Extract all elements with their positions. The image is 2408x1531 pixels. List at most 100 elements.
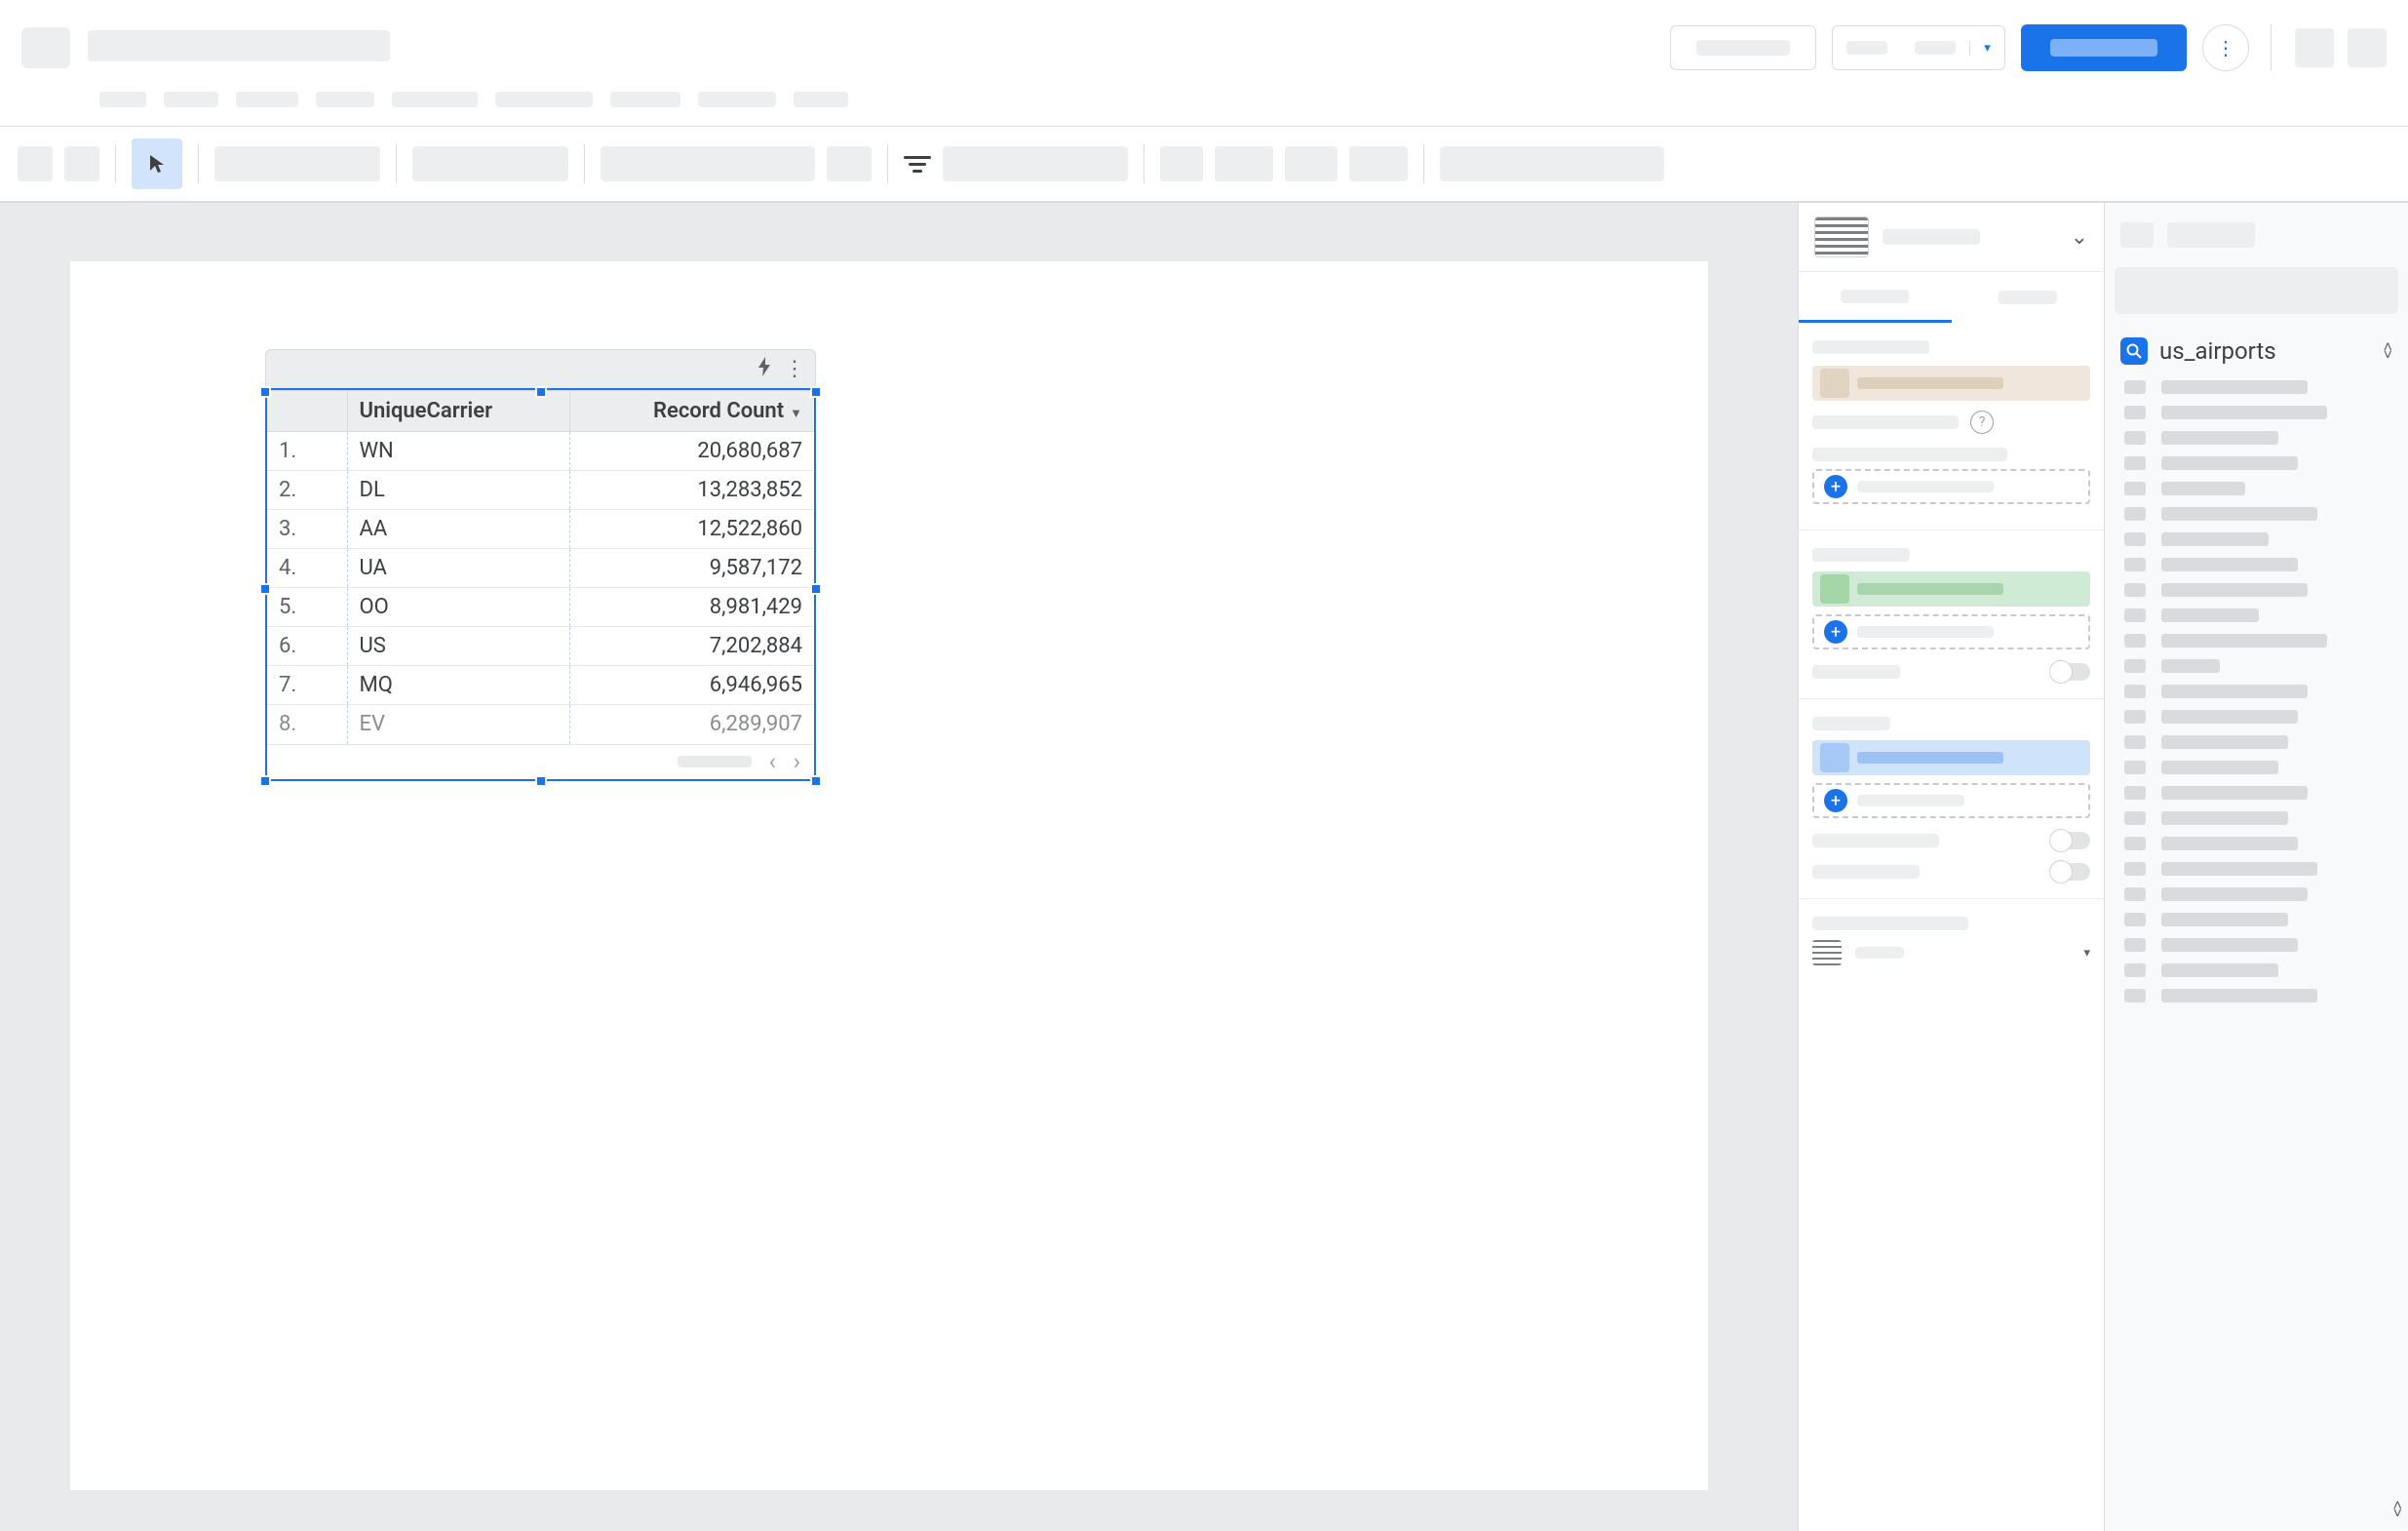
selection-tool[interactable] — [132, 138, 182, 189]
menu-item[interactable] — [495, 92, 593, 107]
table-row[interactable]: 3.AA12,522,860 — [267, 510, 814, 549]
help-icon[interactable]: ? — [1970, 411, 1994, 434]
field-item[interactable] — [2105, 831, 2408, 856]
table-row[interactable]: 2.DL13,283,852 — [267, 471, 814, 510]
field-item[interactable] — [2105, 679, 2408, 704]
table-row[interactable]: 8.EV6,289,907 — [267, 705, 814, 744]
menu-item[interactable] — [794, 92, 848, 107]
report-title[interactable] — [88, 30, 390, 61]
table-chart[interactable]: ⋮ UniqueCarrier Record Count▼ — [265, 349, 816, 781]
resize-handle[interactable] — [810, 583, 822, 595]
table-body[interactable]: UniqueCarrier Record Count▼ 1.WN20,680,6… — [265, 388, 816, 781]
chart-type-selector[interactable]: ⌄ — [1799, 203, 2104, 272]
field-item[interactable] — [2105, 983, 2408, 1008]
resize-handle[interactable] — [810, 386, 822, 398]
datasource-chip[interactable] — [1812, 366, 2090, 401]
field-search-input[interactable] — [2115, 267, 2398, 314]
field-item[interactable] — [2105, 577, 2408, 603]
field-item[interactable] — [2105, 882, 2408, 907]
text-button[interactable] — [1285, 146, 1338, 181]
toggle[interactable] — [2051, 863, 2090, 881]
line-shape-button[interactable] — [1349, 146, 1408, 181]
chevron-down-icon[interactable]: ▾ — [1969, 41, 2004, 56]
col-metric[interactable]: Record Count▼ — [569, 391, 814, 432]
redo-button[interactable] — [64, 146, 99, 181]
table-row[interactable]: 5.OO8,981,429 — [267, 588, 814, 627]
field-item[interactable] — [2105, 501, 2408, 527]
page-next-button[interactable]: › — [794, 748, 800, 775]
tab-style[interactable] — [1952, 272, 2105, 323]
table-row[interactable]: 6.US7,202,884 — [267, 627, 814, 666]
kebab-icon[interactable]: ⋮ — [784, 357, 805, 381]
blend-data-button[interactable]: + — [1812, 469, 2090, 504]
field-item[interactable] — [2105, 856, 2408, 882]
header-icon-a[interactable] — [2295, 28, 2334, 67]
field-item[interactable] — [2105, 451, 2408, 476]
report-page[interactable]: ⋮ UniqueCarrier Record Count▼ — [70, 261, 1708, 1490]
add-data-button[interactable] — [412, 146, 568, 181]
lightning-icon[interactable] — [757, 357, 772, 381]
field-item[interactable] — [2105, 780, 2408, 805]
header-icon-b[interactable] — [2348, 28, 2387, 67]
field-item[interactable] — [2105, 932, 2408, 958]
field-item[interactable] — [2105, 805, 2408, 831]
menu-item[interactable] — [236, 92, 298, 107]
menu-item[interactable] — [392, 92, 478, 107]
field-item[interactable] — [2105, 755, 2408, 780]
field-item[interactable] — [2105, 653, 2408, 679]
field-item[interactable] — [2105, 907, 2408, 932]
header-button-1[interactable] — [1670, 25, 1816, 70]
menu-item[interactable] — [698, 92, 776, 107]
header-split-button[interactable]: ▾ — [1832, 25, 2005, 70]
resize-handle[interactable] — [535, 775, 547, 787]
resize-handle[interactable] — [259, 386, 271, 398]
url-embed-button[interactable] — [1160, 146, 1203, 181]
product-logo[interactable] — [21, 27, 70, 68]
community-viz-button[interactable] — [827, 146, 872, 181]
image-button[interactable] — [1215, 146, 1273, 181]
resize-handle[interactable] — [259, 583, 271, 595]
field-item[interactable] — [2105, 603, 2408, 628]
field-item[interactable] — [2105, 704, 2408, 729]
overflow-menu-icon[interactable]: ⋮ — [2202, 24, 2249, 71]
toggle[interactable] — [2051, 832, 2090, 849]
metric-chip[interactable] — [1812, 740, 2090, 775]
add-chart-button[interactable] — [601, 146, 815, 181]
theme-layout-button[interactable] — [1440, 146, 1664, 181]
table-row[interactable]: 4.UA9,587,172 — [267, 549, 814, 588]
field-item[interactable] — [2105, 729, 2408, 755]
add-metric-button[interactable]: + — [1812, 783, 2090, 818]
dimension-chip[interactable] — [1812, 571, 2090, 607]
field-item[interactable] — [2105, 476, 2408, 501]
field-item[interactable] — [2105, 400, 2408, 425]
field-item[interactable] — [2105, 552, 2408, 577]
expand-collapse-icon[interactable]: ˄˅ — [2384, 343, 2392, 359]
field-item[interactable] — [2105, 374, 2408, 400]
datasource-row[interactable]: us_airports ˄˅ — [2105, 328, 2408, 374]
field-item[interactable] — [2105, 425, 2408, 451]
add-dimension-button[interactable]: + — [1812, 614, 2090, 649]
field-item[interactable] — [2105, 958, 2408, 983]
panel-resize-icon[interactable]: ˄˅ — [2393, 1502, 2402, 1517]
table-row[interactable]: 1.WN20,680,687 — [267, 432, 814, 471]
share-button[interactable] — [2021, 24, 2187, 71]
chevron-down-icon[interactable]: ▾ — [2083, 946, 2090, 961]
tab-setup[interactable] — [1799, 272, 1952, 323]
menu-item[interactable] — [610, 92, 680, 107]
resize-handle[interactable] — [259, 775, 271, 787]
table-row[interactable]: 7.MQ6,946,965 — [267, 666, 814, 705]
field-item[interactable] — [2105, 628, 2408, 653]
canvas[interactable]: ⋮ UniqueCarrier Record Count▼ — [0, 203, 1798, 1531]
add-page-button[interactable] — [214, 146, 380, 181]
resize-handle[interactable] — [535, 386, 547, 398]
page-prev-button[interactable]: ‹ — [769, 748, 776, 775]
menu-item[interactable] — [99, 92, 146, 107]
toggle[interactable] — [2051, 663, 2090, 681]
resize-handle[interactable] — [810, 775, 822, 787]
menu-item[interactable] — [316, 92, 374, 107]
add-control-button[interactable] — [943, 146, 1128, 181]
menu-item[interactable] — [164, 92, 218, 107]
undo-button[interactable] — [18, 146, 53, 181]
plus-icon: + — [1824, 789, 1847, 812]
field-item[interactable] — [2105, 527, 2408, 552]
